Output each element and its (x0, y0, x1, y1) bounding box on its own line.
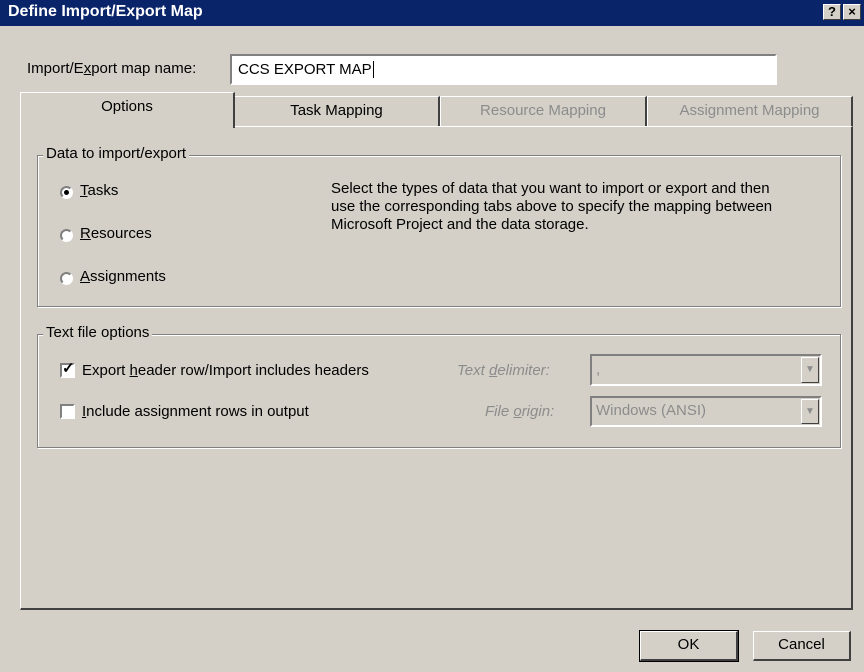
chevron-down-icon[interactable]: ▼ (801, 399, 819, 424)
data-type-legend: Data to import/export (43, 145, 190, 162)
map-name-label: Import/Export map name: (27, 60, 197, 77)
file-origin-value: Windows (ANSI) (596, 402, 707, 419)
help-button[interactable]: ? (823, 4, 841, 20)
tab-options[interactable]: Options (20, 92, 235, 128)
tab-task-mapping[interactable]: Task Mapping (234, 96, 440, 126)
radio-tasks-circle[interactable] (60, 186, 73, 199)
data-description: Select the types of data that you want t… (331, 180, 773, 233)
text-file-options-group (37, 334, 841, 448)
file-origin-label: File origin: (485, 403, 555, 420)
text-file-options-legend: Text file options (43, 324, 153, 341)
ok-button[interactable]: OK (639, 630, 739, 662)
help-icon: ? (828, 4, 836, 19)
radio-resources-circle[interactable] (60, 229, 73, 242)
file-origin-select[interactable]: Windows (ANSI) ▼ (590, 396, 822, 427)
map-name-input[interactable]: CCS EXPORT MAP (230, 54, 777, 85)
text-caret (372, 61, 374, 78)
include-assignment-label: Include assignment rows in output (82, 403, 309, 420)
radio-tasks-label: Tasks (80, 182, 119, 199)
window-title: Define Import/Export Map (8, 3, 203, 20)
text-delimiter-select[interactable]: , ▼ (590, 354, 822, 386)
check-icon: ✓ (62, 360, 75, 377)
radio-resources-label: Resources (80, 225, 152, 242)
tab-assignment-mapping[interactable]: Assignment Mapping (647, 96, 853, 126)
title-bar: Define Import/Export Map ? × (0, 0, 864, 26)
radio-assignments-circle[interactable] (60, 272, 73, 285)
export-header-label: Export header row/Import includes header… (82, 362, 369, 379)
text-delimiter-label: Text delimiter: (457, 362, 550, 379)
chevron-down-icon[interactable]: ▼ (801, 357, 819, 383)
text-delimiter-value: , (596, 361, 601, 378)
include-assignment-box[interactable] (60, 404, 75, 419)
close-icon: × (848, 4, 856, 19)
close-button[interactable]: × (843, 4, 861, 20)
tab-resource-mapping[interactable]: Resource Mapping (440, 96, 647, 126)
cancel-button[interactable]: Cancel (753, 631, 851, 661)
map-name-value: CCS EXPORT MAP (238, 61, 372, 78)
radio-assignments-label: Assignments (80, 268, 166, 285)
export-header-box[interactable]: ✓ (60, 360, 75, 378)
